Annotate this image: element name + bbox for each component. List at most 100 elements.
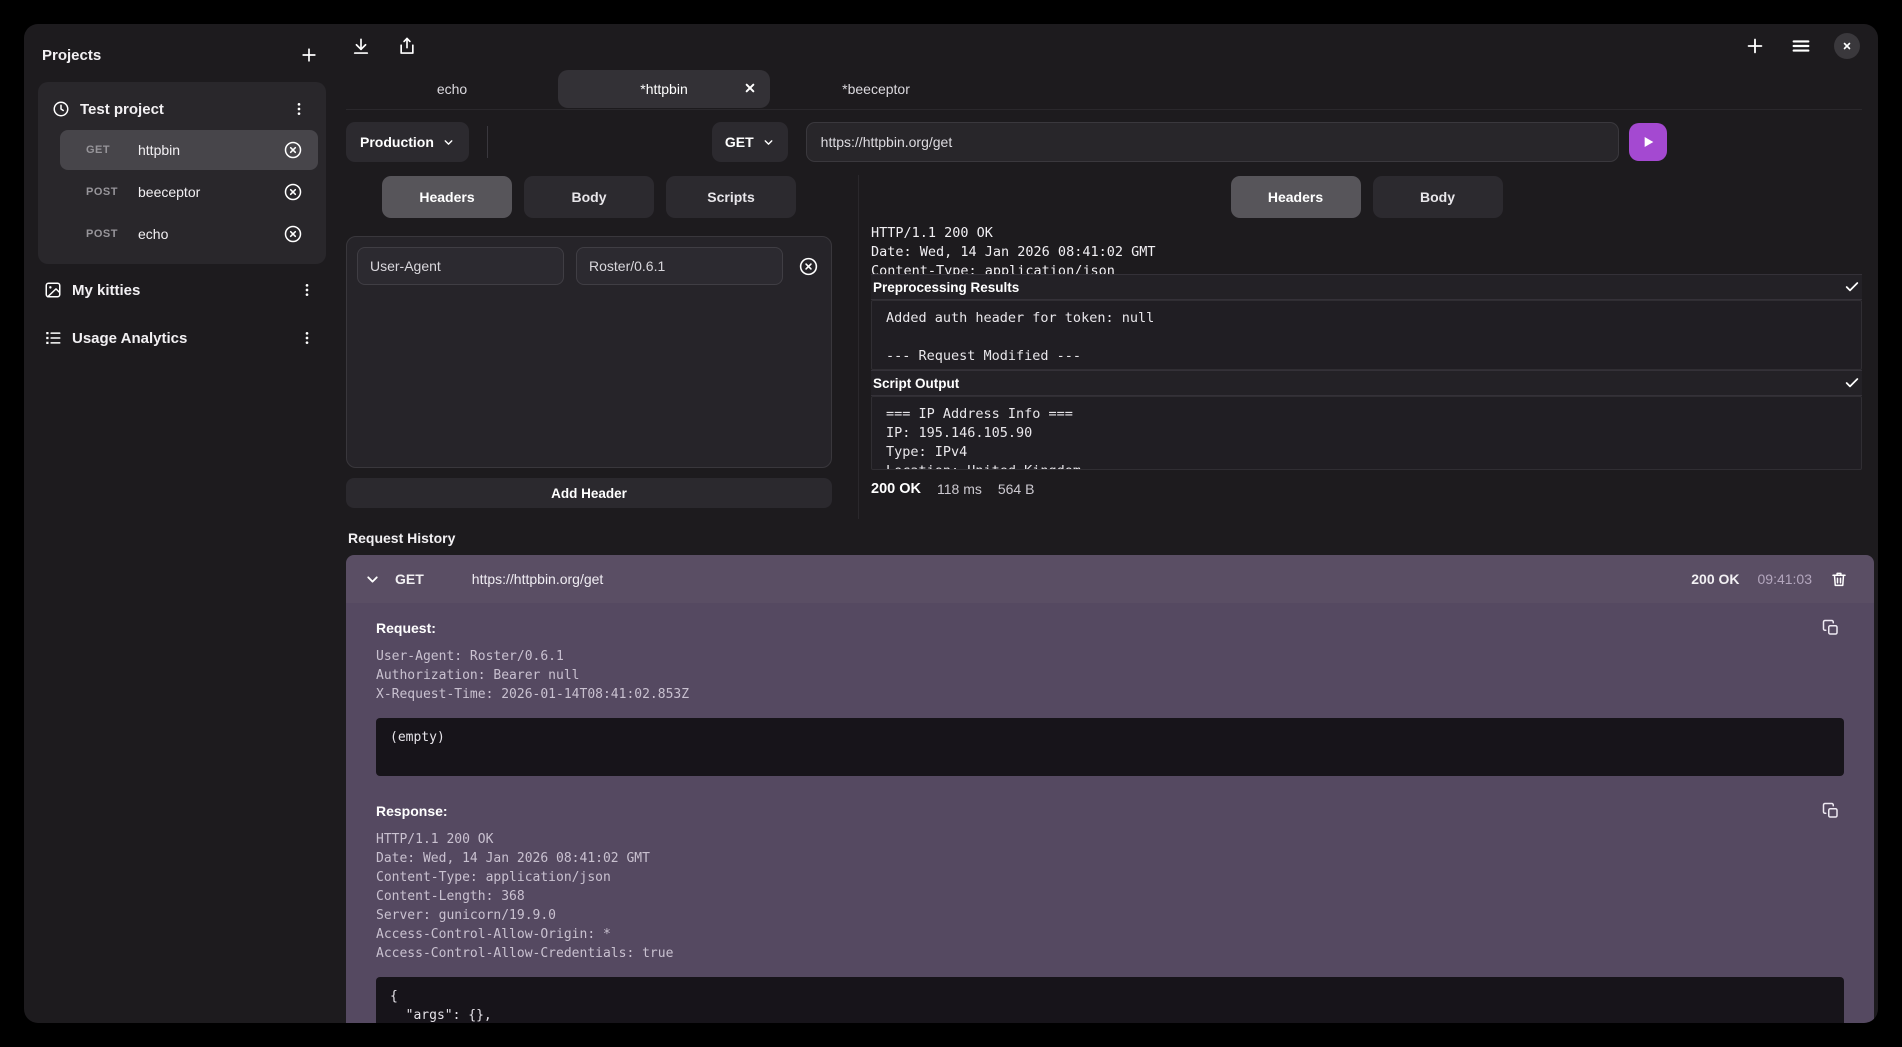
project-name: Test project xyxy=(80,101,276,118)
headers-editor xyxy=(346,236,832,468)
history-url: https://httpbin.org/get xyxy=(472,571,1677,587)
tab-response-body[interactable]: Body xyxy=(1373,176,1503,218)
menu-button[interactable] xyxy=(1788,33,1814,59)
history-entry-body: Request: User-Agent: Roster/0.6.1 Author… xyxy=(346,603,1874,1023)
request-method: GET xyxy=(86,144,124,156)
sidebar-header: Projects xyxy=(38,38,326,72)
clock-icon xyxy=(52,100,70,118)
request-name: echo xyxy=(138,226,266,242)
history-response-headers: HTTP/1.1 200 OK Date: Wed, 14 Jan 2026 0… xyxy=(376,830,1844,963)
circle-x-icon xyxy=(283,140,303,160)
chevron-down-icon xyxy=(762,136,775,149)
tab-echo[interactable]: echo xyxy=(346,70,558,108)
tab-response-headers[interactable]: Headers xyxy=(1231,176,1361,218)
method-select[interactable]: GET xyxy=(712,122,788,162)
delete-history-button[interactable] xyxy=(1826,566,1852,592)
request-label: Request: xyxy=(376,620,436,636)
collection-menu-button[interactable] xyxy=(294,325,320,351)
play-icon xyxy=(1640,134,1656,150)
header-row xyxy=(357,247,821,285)
copy-request-button[interactable] xyxy=(1818,615,1844,641)
tab-request-scripts[interactable]: Scripts xyxy=(666,176,796,218)
request-item-httpbin[interactable]: GET httpbin xyxy=(60,130,318,170)
response-panel-tabs: Headers Body xyxy=(871,175,1862,219)
request-panel-tabs: Headers Body Scripts xyxy=(346,175,832,219)
new-tab-button[interactable] xyxy=(1742,33,1768,59)
request-item-echo[interactable]: POST echo xyxy=(60,214,318,254)
tab-beeceptor[interactable]: *beeceptor xyxy=(770,70,982,108)
request-method: POST xyxy=(86,186,124,198)
remove-header-button[interactable] xyxy=(795,253,821,279)
collection-name: My kitties xyxy=(72,282,284,299)
collection-name: Usage Analytics xyxy=(72,330,284,347)
history-time: 09:41:03 xyxy=(1758,571,1813,587)
export-button[interactable] xyxy=(394,33,420,59)
chevron-down-icon[interactable] xyxy=(364,571,381,588)
history-response-body: { "args": {}, "headers": { xyxy=(376,977,1844,1023)
remove-request-button[interactable] xyxy=(280,179,306,205)
environment-select[interactable]: Production xyxy=(346,122,469,162)
history-response-section: Response: xyxy=(376,802,1844,820)
add-header-button[interactable]: Add Header xyxy=(346,478,832,508)
project-header[interactable]: Test project xyxy=(46,90,318,128)
status-size: 564 B xyxy=(998,481,1035,497)
kebab-icon xyxy=(291,101,307,117)
copy-icon xyxy=(1822,802,1840,820)
main-area: echo *httpbin *beeceptor Production xyxy=(340,24,1878,1023)
collection-menu-button[interactable] xyxy=(294,277,320,303)
url-input[interactable] xyxy=(806,122,1619,162)
kebab-icon xyxy=(299,282,315,298)
copy-response-button[interactable] xyxy=(1818,798,1844,824)
response-label: Response: xyxy=(376,803,448,819)
preprocessing-title: Preprocessing Results xyxy=(873,280,1019,295)
tab-strip: echo *httpbin *beeceptor xyxy=(346,68,1862,110)
request-name: beeceptor xyxy=(138,184,266,200)
history-status: 200 OK xyxy=(1691,571,1739,587)
tab-close-icon[interactable] xyxy=(742,80,758,96)
preprocessing-section-header: Preprocessing Results xyxy=(871,274,1862,300)
history-entry: GET https://httpbin.org/get 200 OK 09:41… xyxy=(346,555,1874,1023)
history-entry-header[interactable]: GET https://httpbin.org/get 200 OK 09:41… xyxy=(346,555,1874,603)
status-code: 200 OK xyxy=(871,481,921,497)
request-name: httpbin xyxy=(138,142,266,158)
tab-request-body[interactable]: Body xyxy=(524,176,654,218)
request-bar: Production GET xyxy=(346,122,1862,162)
kebab-icon xyxy=(299,330,315,346)
request-method: POST xyxy=(86,228,124,240)
preprocessing-output: Added auth header for token: null --- Re… xyxy=(871,300,1862,370)
remove-request-button[interactable] xyxy=(280,137,306,163)
close-icon xyxy=(1841,40,1853,52)
environment-label: Production xyxy=(360,134,434,150)
trash-icon xyxy=(1830,570,1848,588)
collection-my-kitties[interactable]: My kitties xyxy=(38,268,326,312)
remove-request-button[interactable] xyxy=(280,221,306,247)
request-history-title: Request History xyxy=(346,527,1862,549)
download-icon xyxy=(351,36,371,56)
status-time: 118 ms xyxy=(937,481,982,497)
copy-icon xyxy=(1822,619,1840,637)
tab-request-headers[interactable]: Headers xyxy=(382,176,512,218)
request-panel: Headers Body Scripts Add xyxy=(346,175,832,519)
header-value-input[interactable] xyxy=(576,247,783,285)
check-icon xyxy=(1844,375,1860,391)
new-project-button[interactable] xyxy=(296,42,322,68)
tab-httpbin[interactable]: *httpbin xyxy=(558,70,770,108)
top-toolbar xyxy=(346,24,1862,68)
request-item-beeceptor[interactable]: POST beeceptor xyxy=(60,172,318,212)
response-headers-preview: HTTP/1.1 200 OK Date: Wed, 14 Jan 2026 0… xyxy=(871,224,1862,274)
window-close-button[interactable] xyxy=(1834,33,1860,59)
tab-label: echo xyxy=(437,81,467,97)
share-icon xyxy=(397,36,417,56)
collection-usage-analytics[interactable]: Usage Analytics xyxy=(38,316,326,360)
script-output-section-header: Script Output xyxy=(871,370,1862,396)
project-menu-button[interactable] xyxy=(286,96,312,122)
history-request-section: Request: xyxy=(376,619,1844,637)
send-request-button[interactable] xyxy=(1629,123,1667,161)
header-key-input[interactable] xyxy=(357,247,564,285)
hamburger-icon xyxy=(1790,35,1812,57)
response-panel: Headers Body HTTP/1.1 200 OK Date: Wed, … xyxy=(858,175,1862,519)
script-output: === IP Address Info === IP: 195.146.105.… xyxy=(871,396,1862,470)
circle-x-icon xyxy=(283,224,303,244)
script-output-title: Script Output xyxy=(873,376,959,391)
import-button[interactable] xyxy=(348,33,374,59)
